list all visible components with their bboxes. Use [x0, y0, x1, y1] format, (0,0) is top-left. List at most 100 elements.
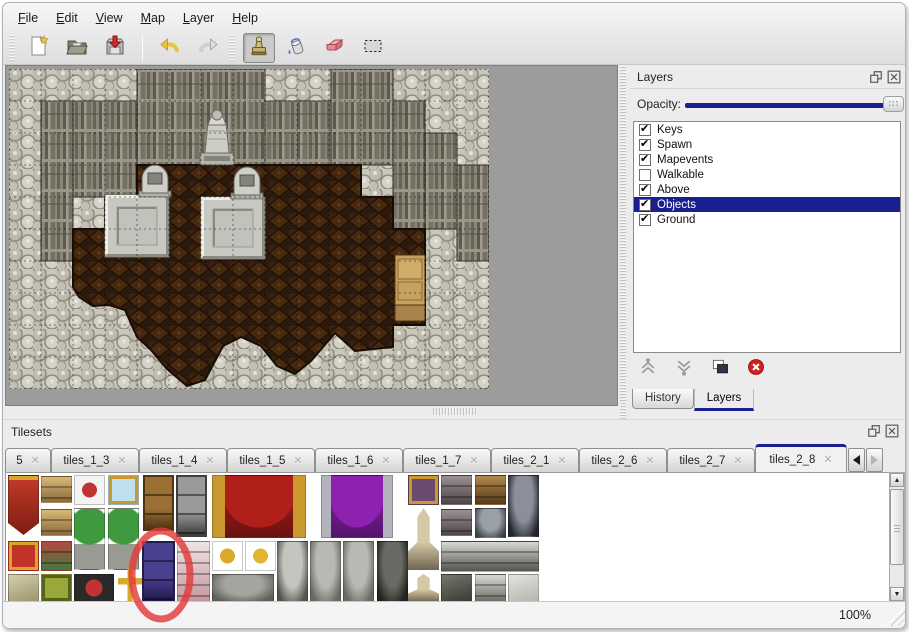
menu-item-help[interactable]: Help — [223, 8, 267, 28]
close-tab-icon[interactable]: ✕ — [293, 454, 302, 467]
tile-stone-ledge[interactable] — [441, 541, 539, 572]
float-panel-icon[interactable] — [867, 424, 881, 438]
tile-stone-block[interactable] — [508, 574, 539, 602]
tileset-scrollbar[interactable]: ▲ ▼ — [889, 472, 905, 602]
close-tab-icon[interactable]: ✕ — [733, 454, 742, 467]
tile-wood-box[interactable] — [475, 475, 506, 505]
menu-item-layer[interactable]: Layer — [174, 8, 223, 28]
toolbar-handle[interactable] — [9, 35, 15, 61]
tile-mirror[interactable] — [108, 475, 139, 505]
dock-tab-history[interactable]: History — [632, 389, 694, 409]
dock-tab-layers[interactable]: Layers — [694, 389, 755, 411]
tile-red-banner[interactable] — [8, 475, 39, 535]
tile-purple-throne[interactable] — [321, 475, 393, 538]
menu-item-map[interactable]: Map — [132, 8, 174, 28]
horizontal-splitter[interactable] — [5, 407, 618, 416]
layer-row-walkable[interactable]: Walkable — [634, 167, 900, 182]
menu-item-file[interactable]: File — [9, 8, 47, 28]
close-tab-icon[interactable]: ✕ — [557, 454, 566, 467]
scroll-tabs-right-button[interactable] — [866, 448, 883, 472]
layer-checkbox[interactable]: ✔ — [639, 154, 651, 166]
layer-row-spawn[interactable]: ✔Spawn — [634, 137, 900, 152]
tile-gargoyle-left[interactable] — [310, 541, 341, 602]
redo-button[interactable] — [192, 33, 224, 63]
tile-palm-plant-left[interactable] — [74, 508, 105, 570]
tile-loom-top[interactable] — [41, 476, 72, 503]
tile-rock-pile[interactable] — [212, 574, 274, 602]
resize-grip[interactable] — [885, 606, 905, 626]
tileset-tab-tiles_2_1[interactable]: tiles_2_1✕ — [491, 448, 579, 472]
tile-gargoyle-right[interactable] — [343, 541, 374, 602]
tile-green-banner[interactable] — [41, 574, 72, 602]
tileset-tab-tiles_2_8[interactable]: tiles_2_8✕ — [755, 444, 847, 472]
raise-layer-button[interactable] — [634, 357, 662, 381]
scrollbar-thumb[interactable] — [890, 489, 904, 565]
tile-bookshelf[interactable] — [41, 541, 72, 571]
tile-parchment[interactable] — [8, 574, 39, 602]
close-panel-icon[interactable] — [887, 70, 901, 84]
tile-drum-pedestal[interactable] — [74, 574, 114, 602]
new-file-button[interactable] — [23, 33, 55, 63]
scroll-up-icon[interactable]: ▲ — [890, 473, 904, 487]
float-panel-icon[interactable] — [869, 70, 883, 84]
tileset-tab-tiles_1_7[interactable]: tiles_1_7✕ — [403, 448, 491, 472]
undo-button[interactable] — [154, 33, 186, 63]
layer-checkbox[interactable] — [639, 169, 651, 181]
tile-armor-pile[interactable] — [475, 508, 506, 538]
layer-checkbox[interactable]: ✔ — [639, 124, 651, 136]
close-tab-icon[interactable]: ✕ — [31, 454, 40, 467]
tile-stone-ledge-small[interactable] — [475, 574, 506, 602]
map-canvas-area[interactable] — [5, 65, 618, 406]
menu-item-view[interactable]: View — [87, 8, 132, 28]
tileset-tab-tiles_1_6[interactable]: tiles_1_6✕ — [315, 448, 403, 472]
layer-row-ground[interactable]: ✔Ground — [634, 212, 900, 227]
tile-iron-gate[interactable] — [176, 475, 207, 537]
scroll-down-icon[interactable]: ▼ — [890, 587, 904, 601]
tile-gold-clasp[interactable] — [212, 541, 243, 571]
lower-layer-button[interactable] — [670, 357, 698, 381]
tileset-tab-5[interactable]: 5✕ — [5, 448, 51, 472]
tile-gray-shelf-bottom[interactable] — [441, 509, 472, 536]
tileset-tab-tiles_1_4[interactable]: tiles_1_4✕ — [139, 448, 227, 472]
layer-checkbox[interactable]: ✔ — [639, 139, 651, 151]
close-tab-icon[interactable]: ✕ — [381, 454, 390, 467]
layer-checkbox[interactable]: ✔ — [639, 214, 651, 226]
tile-gray-shelf-top[interactable] — [441, 475, 472, 505]
close-tab-icon[interactable]: ✕ — [117, 454, 126, 467]
close-tab-icon[interactable]: ✕ — [645, 454, 654, 467]
layer-row-keys[interactable]: ✔Keys — [634, 122, 900, 137]
tile-palm-plant-right[interactable] — [108, 508, 139, 570]
splitter-grip[interactable] — [620, 65, 626, 419]
fill-tool-button[interactable] — [281, 33, 313, 63]
open-folder-button[interactable] — [61, 33, 93, 63]
tileset-tab-tiles_2_6[interactable]: tiles_2_6✕ — [579, 448, 667, 472]
close-tab-icon[interactable]: ✕ — [823, 453, 832, 466]
opacity-slider-thumb[interactable] — [883, 96, 904, 112]
tile-gold-cross[interactable] — [118, 568, 142, 602]
save-button[interactable] — [99, 33, 131, 63]
delete-layer-button[interactable] — [742, 357, 770, 381]
tile-wood-door[interactable] — [143, 475, 174, 531]
opacity-slider[interactable] — [685, 103, 885, 108]
tile-loom-bottom[interactable] — [41, 509, 72, 536]
scroll-tabs-left-button[interactable] — [848, 448, 865, 472]
tile-obelisk[interactable] — [408, 508, 439, 570]
tile-obelisk-small[interactable] — [408, 574, 439, 602]
tile-red-emblem[interactable] — [8, 541, 39, 571]
vertical-splitter[interactable] — [619, 65, 627, 419]
close-tab-icon[interactable]: ✕ — [205, 454, 214, 467]
layer-row-above[interactable]: ✔Above — [634, 182, 900, 197]
eraser-tool-button[interactable] — [319, 33, 351, 63]
tile-king-portrait[interactable] — [408, 475, 439, 505]
tile-red-throne[interactable] — [212, 475, 306, 538]
tile-armor-statue[interactable] — [508, 475, 539, 537]
duplicate-layer-button[interactable] — [706, 357, 734, 381]
splitter-grip[interactable] — [433, 408, 477, 415]
tileset-tab-tiles_1_5[interactable]: tiles_1_5✕ — [227, 448, 315, 472]
tile-purple-door[interactable] — [142, 541, 175, 602]
tile-pink-bed[interactable] — [177, 541, 210, 602]
stamp-tool-button[interactable] — [243, 33, 275, 63]
select-tool-button[interactable] — [357, 33, 389, 63]
tileset-tab-tiles_1_3[interactable]: tiles_1_3✕ — [51, 448, 139, 472]
tile-hooded-statue[interactable] — [277, 541, 308, 602]
